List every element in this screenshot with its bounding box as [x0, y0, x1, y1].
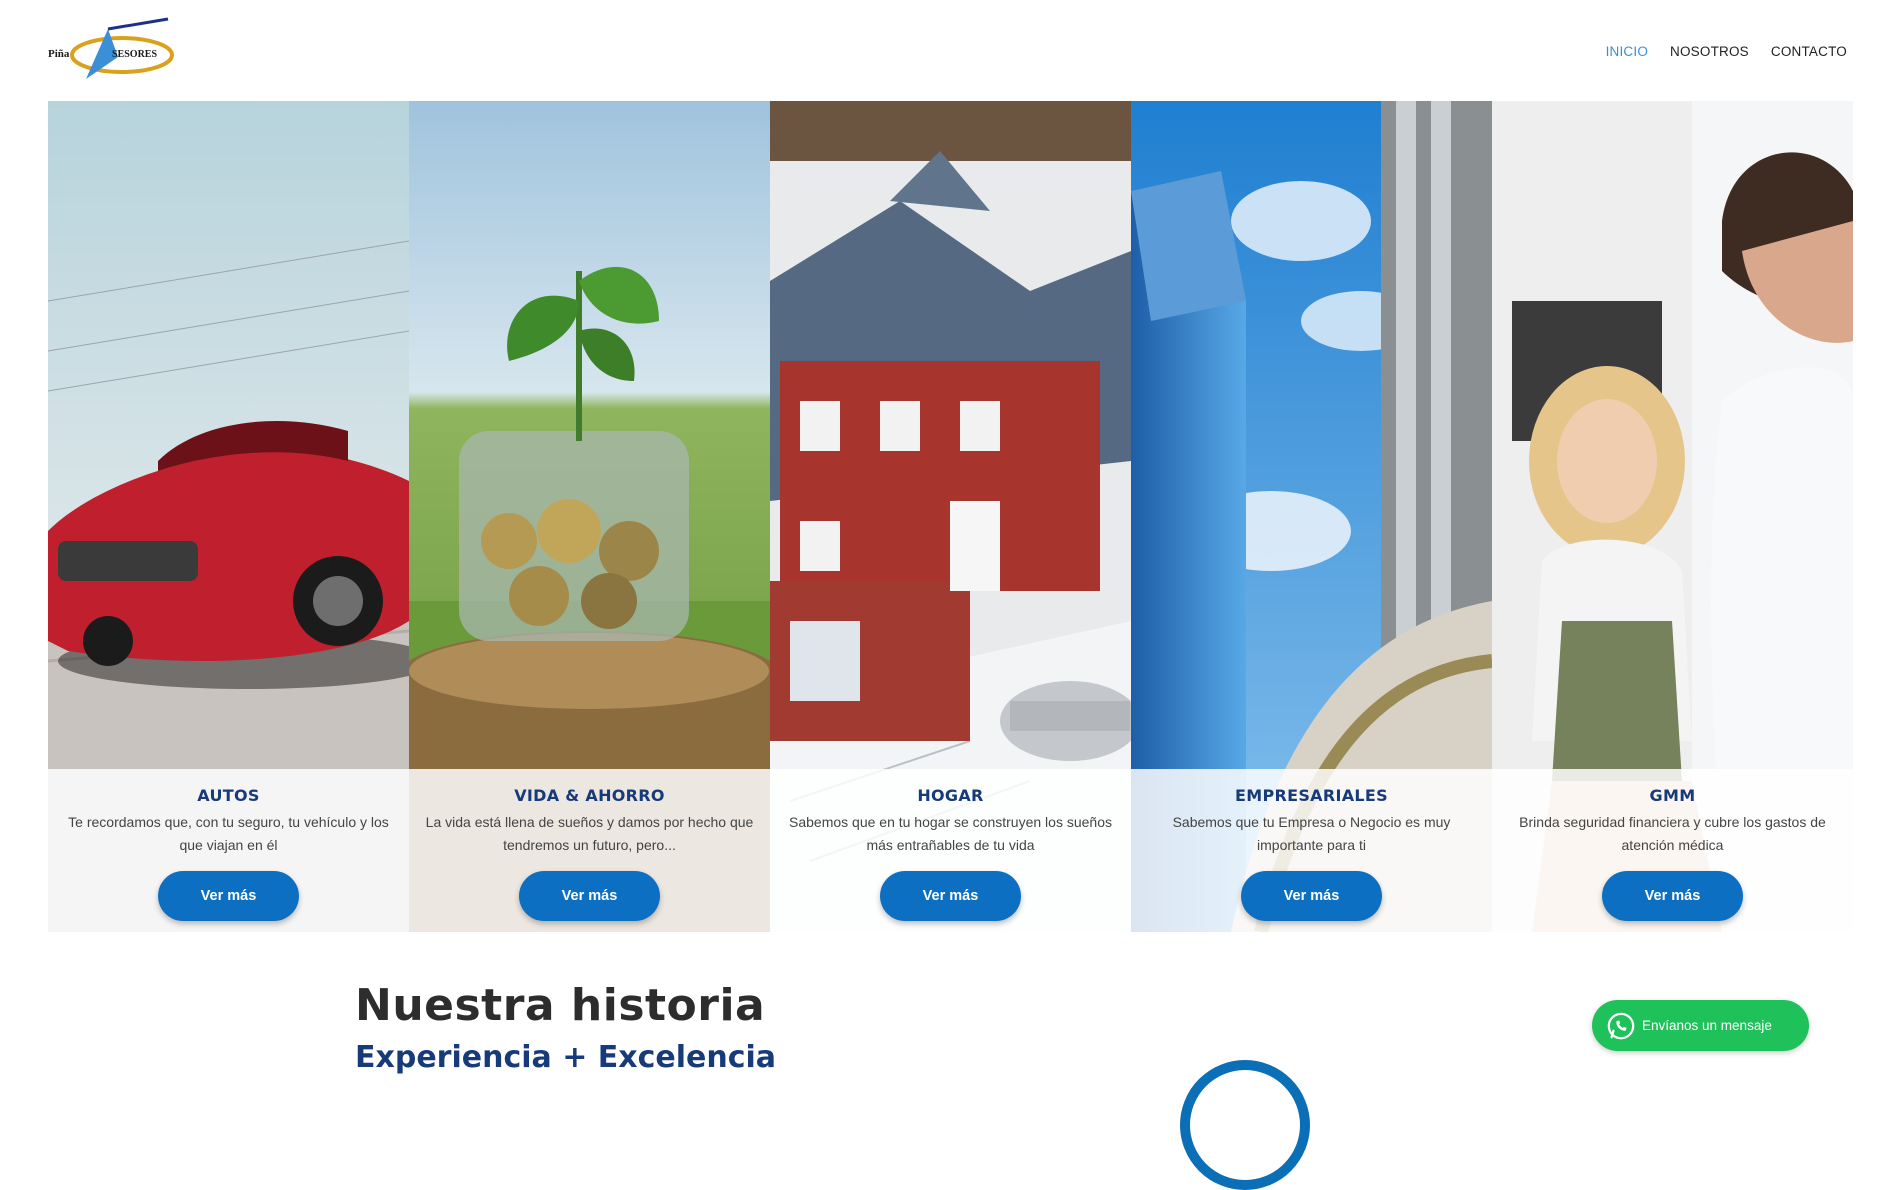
site-header: Piña SESORES INICIO NOSOTROS CONTACTO	[0, 0, 1895, 101]
company-logo[interactable]: Piña SESORES	[48, 17, 176, 83]
ver-mas-button-gmm[interactable]: Ver más	[1602, 871, 1743, 921]
nav-contacto[interactable]: CONTACTO	[1771, 44, 1847, 59]
panel-caption: EMPRESARIALES Sabemos que tu Empresa o N…	[1131, 769, 1492, 932]
nav-inicio[interactable]: INICIO	[1606, 44, 1648, 59]
panel-caption: HOGAR Sabemos que en tu hogar se constru…	[770, 769, 1131, 932]
main-nav: INICIO NOSOTROS CONTACTO	[1606, 44, 1847, 59]
whatsapp-label: Envíanos un mensaje	[1642, 1018, 1772, 1033]
panel-vida-ahorro[interactable]: VIDA & AHORRO La vida está llena de sueñ…	[409, 101, 770, 932]
whatsapp-message-button[interactable]: Envíanos un mensaje	[1592, 1000, 1809, 1051]
whatsapp-icon	[1607, 1012, 1635, 1039]
panel-text: La vida está llena de sueños y damos por…	[425, 814, 754, 853]
panel-text: Sabemos que en tu hogar se construyen lo…	[789, 814, 1112, 853]
panel-text: Sabemos que tu Empresa o Negocio es muy …	[1172, 814, 1451, 853]
svg-text:SESORES: SESORES	[112, 49, 157, 60]
panel-title: AUTOS	[197, 786, 260, 805]
ver-mas-button-vida-ahorro[interactable]: Ver más	[519, 871, 660, 921]
panel-caption: VIDA & AHORRO La vida está llena de sueñ…	[409, 769, 770, 932]
panel-title: VIDA & AHORRO	[514, 786, 665, 805]
history-title: Nuestra historia	[355, 980, 766, 1031]
insurance-panels: AUTOS Te recordamos que, con tu seguro, …	[48, 101, 1853, 932]
panel-title: HOGAR	[917, 786, 984, 805]
nav-nosotros[interactable]: NOSOTROS	[1670, 44, 1749, 59]
panel-text: Brinda seguridad financiera y cubre los …	[1519, 814, 1826, 853]
panel-title: EMPRESARIALES	[1235, 786, 1388, 805]
ver-mas-button-empresariales[interactable]: Ver más	[1241, 871, 1382, 921]
panel-empresariales[interactable]: EMPRESARIALES Sabemos que tu Empresa o N…	[1131, 101, 1492, 932]
panel-caption: AUTOS Te recordamos que, con tu seguro, …	[48, 769, 409, 932]
panel-title: GMM	[1649, 786, 1696, 805]
panel-autos[interactable]: AUTOS Te recordamos que, con tu seguro, …	[48, 101, 409, 932]
panel-gmm[interactable]: GMM Brinda seguridad financiera y cubre …	[1492, 101, 1853, 932]
svg-text:Piña: Piña	[48, 48, 70, 60]
panel-caption: GMM Brinda seguridad financiera y cubre …	[1492, 769, 1853, 932]
panel-text: Te recordamos que, con tu seguro, tu veh…	[68, 814, 389, 853]
panel-hogar[interactable]: HOGAR Sabemos que en tu hogar se constru…	[770, 101, 1131, 932]
history-subtitle: Experiencia + Excelencia	[355, 1040, 777, 1075]
ver-mas-button-hogar[interactable]: Ver más	[880, 871, 1021, 921]
ver-mas-button-autos[interactable]: Ver más	[158, 871, 299, 921]
